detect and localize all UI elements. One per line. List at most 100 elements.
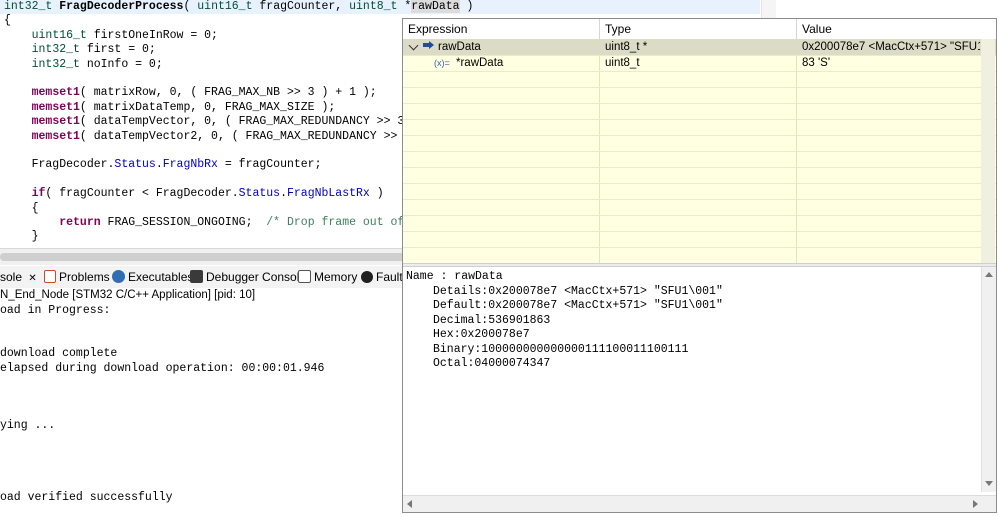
- grid-horizontal-line: [403, 103, 996, 104]
- scroll-up-arrow-icon[interactable]: [985, 272, 993, 277]
- tab-executables[interactable]: Executables: [112, 269, 193, 286]
- problems-icon: [44, 270, 56, 283]
- code-token: ( dataTempVector, 0, ( FRAG_MAX_REDUNDAN…: [79, 115, 405, 129]
- tab-debugger-console[interactable]: Debugger Console: [190, 269, 306, 286]
- code-token: uint16_t: [31, 28, 87, 42]
- code-token: /* Drop frame out of: [266, 216, 405, 229]
- grid-horizontal-line: [403, 247, 996, 248]
- type-cell: uint8_t *: [605, 41, 648, 53]
- code-token: .: [155, 158, 163, 172]
- code-line[interactable]: {: [4, 14, 11, 28]
- code-token: FRAG_SESSION_ONGOING;: [100, 216, 267, 229]
- code-line[interactable]: {: [4, 202, 39, 216]
- code-line[interactable]: int32_t FragDecoderProcess( uint16_t fra…: [0, 0, 760, 14]
- grid-horizontal-line: [403, 71, 996, 72]
- code-token: ): [459, 0, 474, 13]
- grid-horizontal-line: [403, 231, 996, 232]
- scroll-down-arrow-icon[interactable]: [985, 481, 993, 486]
- code-token: FragNbLastRx: [286, 187, 370, 201]
- tab-fault-analyzer[interactable]: Fault: [361, 269, 403, 286]
- code-line[interactable]: if( fragCounter < FragDecoder.Status.Fra…: [4, 187, 384, 201]
- code-token: if: [31, 187, 46, 201]
- tab-memory-label: Memory: [314, 270, 358, 284]
- console-line: elapsed during download operation: 00:00…: [0, 361, 325, 375]
- code-line[interactable]: }: [4, 230, 39, 244]
- close-icon[interactable]: ✕: [28, 273, 36, 284]
- code-token: Status: [238, 187, 281, 201]
- console-line: oad verified successfully: [0, 491, 173, 505]
- console-line: oad in Progress:: [0, 304, 111, 317]
- scroll-left-arrow-icon[interactable]: [407, 500, 412, 508]
- code-token: *: [397, 0, 412, 13]
- details-horizontal-scrollbar[interactable]: [403, 495, 996, 512]
- editor-horizontal-scroll-thumb[interactable]: [0, 253, 420, 261]
- code-line[interactable]: int32_t first = 0;: [4, 43, 156, 57]
- code-token: int32_t: [31, 57, 80, 71]
- code-line[interactable]: memset1( dataTempVector2, 0, ( FRAG_MAX_…: [4, 129, 412, 144]
- table-vertical-scrollbar[interactable]: [981, 39, 995, 263]
- grid-horizontal-line: [403, 183, 996, 184]
- scroll-right-arrow-icon[interactable]: [973, 500, 978, 508]
- value-cell: 0x200078e7 <MacCtx+571> "SFU1\001": [802, 41, 980, 53]
- grid-horizontal-line: [403, 215, 996, 216]
- code-line[interactable]: memset1( matrixDataTemp, 0, FRAG_MAX_SIZ…: [4, 101, 336, 115]
- tab-debugger-console-label: Debugger Console: [206, 270, 307, 284]
- code-line[interactable]: return FRAG_SESSION_ONGOING; /* Drop fra…: [4, 216, 404, 230]
- code-line[interactable]: FragDecoder.Status.FragNbRx = fragCounte…: [4, 158, 322, 172]
- chevron-down-icon[interactable]: [408, 40, 419, 51]
- grid-horizontal-line: [403, 135, 996, 136]
- code-line[interactable]: memset1( dataTempVector, 0, ( FRAG_MAX_R…: [4, 115, 405, 129]
- code-line[interactable]: uint16_t firstOneInRow = 0;: [4, 29, 218, 43]
- column-header-type[interactable]: Type: [600, 19, 796, 39]
- tab-memory[interactable]: Memory: [298, 269, 357, 286]
- code-token: .: [280, 187, 287, 201]
- table-row[interactable]: (x)= *rawData uint8_t 83 'S': [403, 55, 996, 71]
- code-token: ( fragCounter < FragDecoder.: [45, 187, 239, 201]
- column-header-value[interactable]: Value: [797, 19, 996, 39]
- variable-icon: (x)=: [434, 58, 450, 68]
- code-token: int32_t: [31, 43, 80, 57]
- expression-name: *rawData: [456, 57, 504, 69]
- expressions-table[interactable]: rawData uint8_t * 0x200078e7 <MacCtx+571…: [403, 39, 996, 263]
- code-token: }: [4, 230, 39, 244]
- fault-analyzer-icon: [361, 271, 373, 283]
- table-row[interactable]: rawData uint8_t * 0x200078e7 <MacCtx+571…: [403, 39, 996, 55]
- type-cell: uint8_t: [605, 57, 640, 69]
- code-token: Status: [114, 158, 156, 172]
- column-header-expression[interactable]: Expression: [403, 19, 599, 39]
- code-token: FragDecoder.: [4, 158, 115, 172]
- details-vertical-scrollbar[interactable]: [981, 267, 996, 492]
- grid-horizontal-line: [403, 199, 996, 200]
- tab-console[interactable]: sole ✕: [0, 269, 37, 286]
- code-token: {: [4, 201, 39, 215]
- code-token: (: [183, 0, 198, 13]
- console-output[interactable]: oad in Progress: download complete elapsed…: [0, 302, 404, 517]
- details-line: Decimal:536901863: [433, 313, 551, 327]
- details-line: Binary:100000000000000111100011100111: [433, 342, 689, 356]
- code-token: FragNbRx: [162, 158, 218, 172]
- code-token: ( matrixRow, 0, ( FRAG_MAX_NB >> 3 ) + 1…: [79, 86, 377, 100]
- code-line[interactable]: int32_t noInfo = 0;: [4, 58, 163, 72]
- details-line: Details:0x200078e7 <MacCtx+571> "SFU1\00…: [433, 284, 723, 298]
- code-token: ( dataTempVector2, 0, ( FRAG_MAX_REDUNDA…: [79, 129, 412, 143]
- code-token: {: [4, 14, 11, 28]
- console-line: ying ...: [0, 419, 56, 433]
- tab-problems[interactable]: Problems: [44, 269, 110, 286]
- launch-configuration-label: N_End_Node [STM32 C/C++ Application] [pi…: [0, 288, 410, 302]
- code-token: memset1: [31, 129, 80, 143]
- details-pane[interactable]: Name : rawData Details:0x200078e7 <MacCt…: [403, 267, 981, 492]
- expression-hover-popup[interactable]: Expression Type Value rawData uint8_t * …: [402, 18, 997, 513]
- expression-cell: rawData: [408, 39, 598, 55]
- code-token: fragCounter,: [252, 0, 350, 13]
- code-token: = fragCounter;: [217, 158, 322, 172]
- code-token: FragDecoderProcess: [59, 0, 184, 13]
- expression-cell: (x)= *rawData: [408, 55, 598, 71]
- code-line[interactable]: memset1( matrixRow, 0, ( FRAG_MAX_NB >> …: [4, 86, 377, 100]
- code-token: int32_t: [4, 0, 60, 13]
